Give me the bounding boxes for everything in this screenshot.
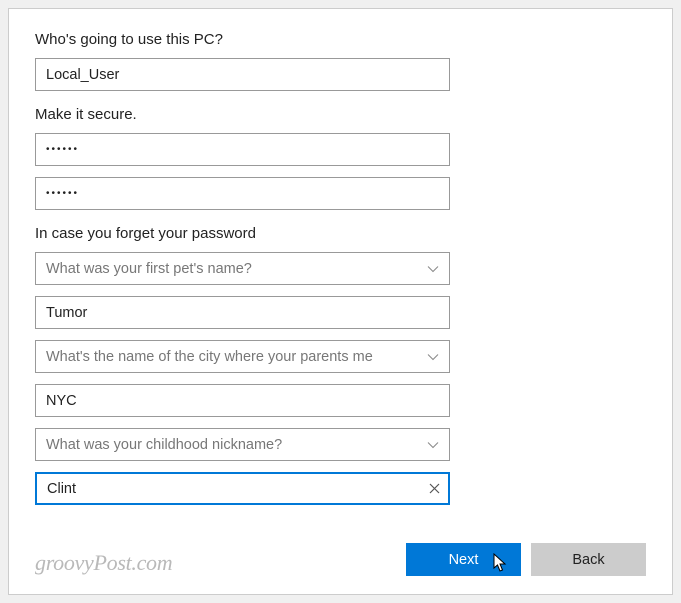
security-question-2-select[interactable]: What's the name of the city where your p…: [35, 340, 450, 373]
security-question-3-select[interactable]: What was your childhood nickname?: [35, 428, 450, 461]
label-forget: In case you forget your password: [35, 225, 646, 242]
clear-input-button[interactable]: [420, 474, 448, 503]
confirm-password-input[interactable]: [35, 177, 450, 210]
chevron-down-icon: [427, 351, 439, 363]
button-row: Next Back: [406, 543, 646, 576]
security-question-1-select[interactable]: What was your first pet's name?: [35, 252, 450, 285]
back-button[interactable]: Back: [531, 543, 646, 576]
chevron-down-icon: [427, 263, 439, 275]
security-question-3-text: What was your childhood nickname?: [46, 437, 421, 453]
dialog-footer: groovyPost.com Next Back: [35, 543, 646, 576]
security-question-2-text: What's the name of the city where your p…: [46, 349, 421, 365]
watermark-text: groovyPost.com: [35, 550, 172, 576]
label-who: Who's going to use this PC?: [35, 31, 646, 48]
security-question-1-text: What was your first pet's name?: [46, 261, 421, 277]
label-secure: Make it secure.: [35, 106, 646, 123]
security-answer-3-wrapper: [35, 472, 450, 505]
setup-dialog: Who's going to use this PC? Make it secu…: [8, 8, 673, 595]
chevron-down-icon: [427, 439, 439, 451]
security-answer-1-input[interactable]: [35, 296, 450, 329]
close-icon: [429, 481, 440, 497]
next-button[interactable]: Next: [406, 543, 521, 576]
security-answer-2-input[interactable]: [35, 384, 450, 417]
username-input[interactable]: [35, 58, 450, 91]
password-input[interactable]: [35, 133, 450, 166]
security-answer-3-input[interactable]: [37, 474, 420, 503]
